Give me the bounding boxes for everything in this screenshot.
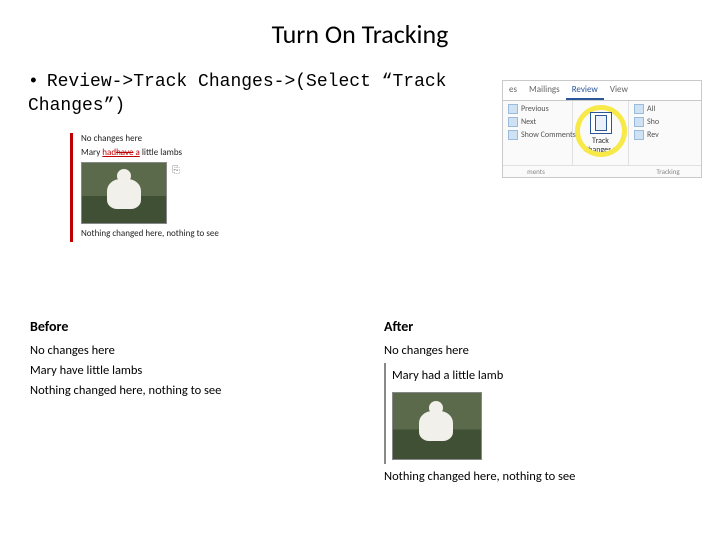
track-changes-label: Track Changes ▾ <box>584 137 617 155</box>
rev-line-2: Mary hadhave a little lambs <box>81 147 290 158</box>
all-markup-button: All <box>634 104 696 114</box>
ribbon-screenshot: es Mailings Review View Previous Next Sh… <box>502 80 702 178</box>
previous-button: Previous <box>508 104 567 114</box>
bullet-dot: • <box>28 72 47 92</box>
deleted-text: have <box>116 147 133 158</box>
ribbon-tab-view: View <box>604 81 634 100</box>
anchor-icon: ⎘ <box>172 163 180 176</box>
ribbon-body: Previous Next Show Comments Track Change… <box>503 101 701 165</box>
lamb-shape <box>419 411 453 441</box>
show-comments-button: Show Comments <box>508 130 567 140</box>
before-after-compare: Before No changes here Mary have little … <box>30 318 698 489</box>
after-heading: After <box>384 318 698 335</box>
before-line-2: Mary have little lambs <box>30 363 344 378</box>
lamb-shape <box>107 179 141 209</box>
before-heading: Before <box>30 318 344 335</box>
next-button: Next <box>508 117 567 127</box>
tracked-changes-example: No changes here Mary hadhave a little la… <box>70 133 290 242</box>
after-line-2: Mary had a little lamb <box>392 368 503 383</box>
track-changes-group: Track Changes ▾ <box>573 101 629 165</box>
revision-bar <box>70 133 73 242</box>
instruction-text: Review->Track Changes->(Select “Track Ch… <box>28 72 446 116</box>
track-changes-icon <box>590 112 612 134</box>
inserted-text: had <box>102 147 116 158</box>
change-bar <box>384 363 386 464</box>
ribbon-right-group: All Sho Rev <box>629 101 701 165</box>
chevron-down-icon: ▾ <box>613 145 617 155</box>
show-markup-button: Sho <box>634 117 696 127</box>
after-tracked-block: Mary had a little lamb <box>384 363 698 464</box>
reviewing-pane-button: Rev <box>634 130 696 140</box>
ribbon-tabs: es Mailings Review View <box>503 81 701 101</box>
ribbon-tab-mailings: Mailings <box>523 81 566 100</box>
ribbon-tab-review: Review <box>566 81 604 100</box>
ribbon-comments-group: Previous Next Show Comments <box>503 101 573 165</box>
after-line-3: Nothing changed here, nothing to see <box>384 469 698 484</box>
lamb-image-after <box>392 392 482 460</box>
lamb-image: ⎘ <box>81 162 167 224</box>
after-column: After No changes here Mary had a little … <box>384 318 698 489</box>
ribbon-tab-partial: es <box>503 81 523 100</box>
ribbon-group-labels: ments Tracking <box>503 165 701 177</box>
rev-line-1: No changes here <box>81 133 290 144</box>
before-column: Before No changes here Mary have little … <box>30 318 344 489</box>
before-line-1: No changes here <box>30 343 344 358</box>
after-line-1: No changes here <box>384 343 698 358</box>
before-line-3: Nothing changed here, nothing to see <box>30 383 344 398</box>
slide-title: Turn On Tracking <box>0 0 720 70</box>
rev-line-3: Nothing changed here, nothing to see <box>81 228 290 239</box>
